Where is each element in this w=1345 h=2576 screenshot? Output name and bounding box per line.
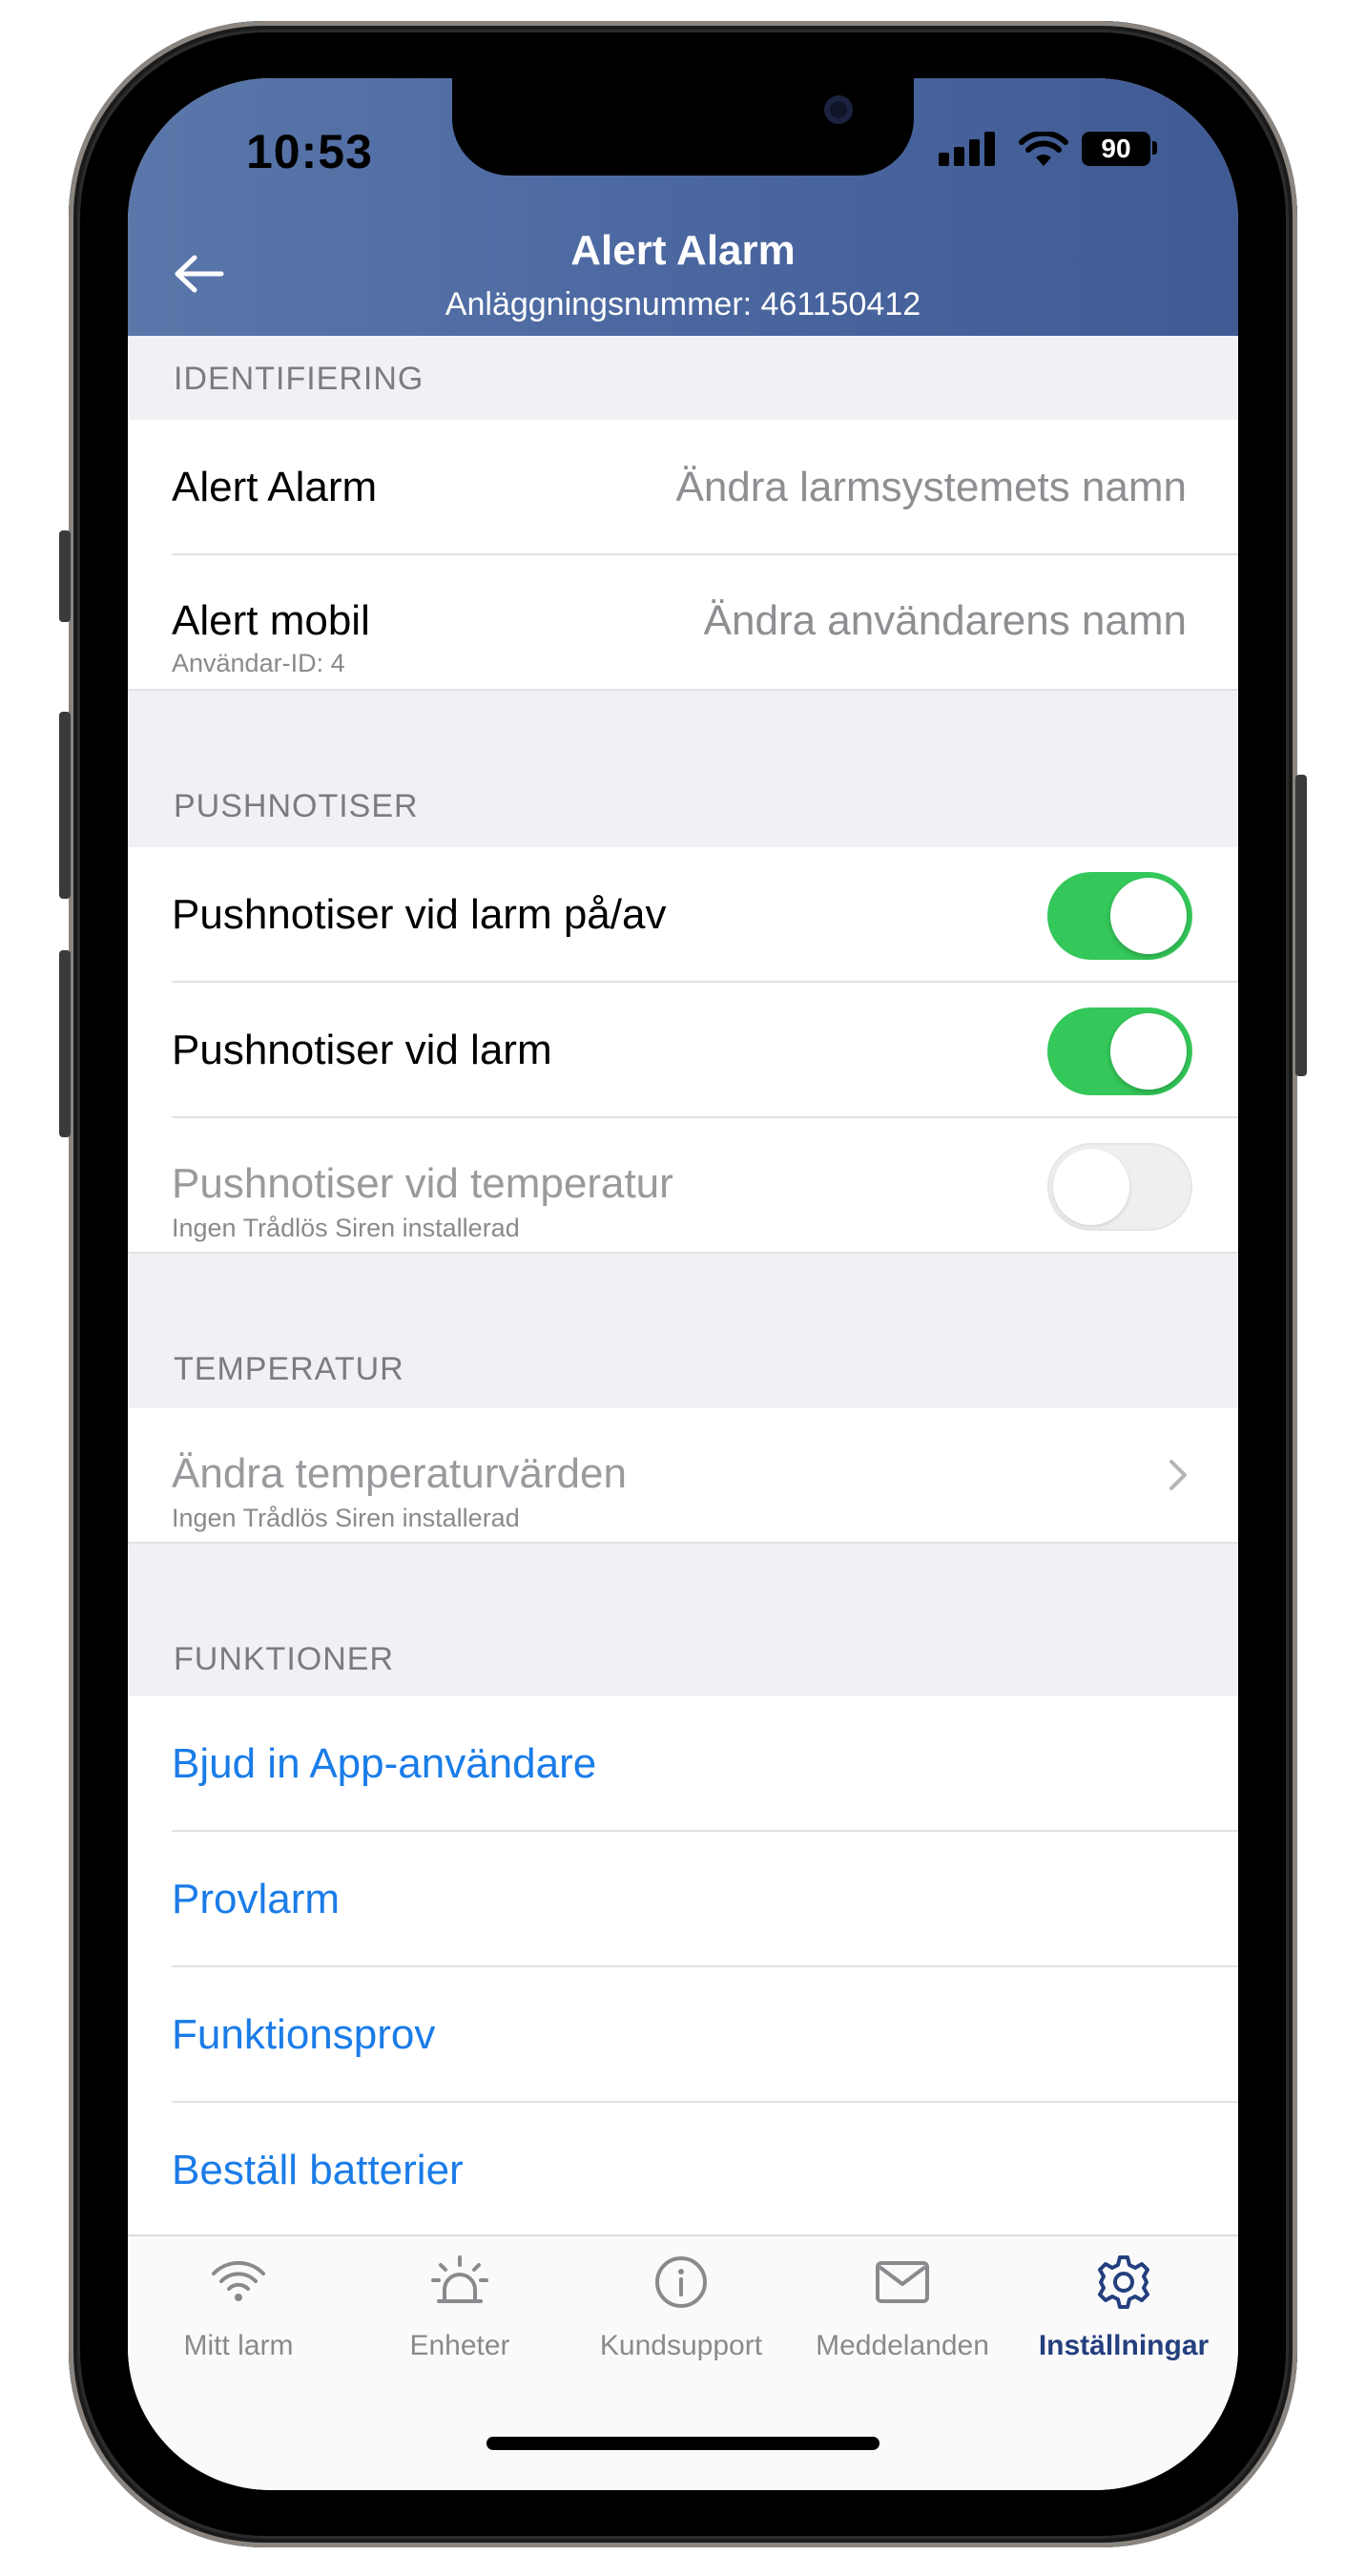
rename-user-action[interactable]: Ändra användarens namn bbox=[704, 597, 1187, 645]
tab-kundsupport[interactable]: Kundsupport bbox=[570, 2236, 792, 2408]
status-time: 10:53 bbox=[246, 125, 373, 178]
page-title: Alert Alarm bbox=[570, 227, 796, 274]
row-label: Funktionsprov bbox=[172, 2011, 436, 2058]
push-temperature-toggle bbox=[1047, 1143, 1192, 1231]
wifi-icon bbox=[212, 2260, 265, 2301]
action-button bbox=[59, 530, 71, 622]
camera-icon bbox=[824, 95, 853, 124]
tab-mitt-larm[interactable]: Mitt larm bbox=[128, 2236, 349, 2408]
row-divider bbox=[128, 689, 1238, 691]
temperature-values-row: Ändra temperaturvärden Ingen Trådlös Sir… bbox=[128, 1408, 1238, 1544]
row-label: Pushnotiser vid temperatur bbox=[172, 1160, 673, 1207]
tab-label: Enheter bbox=[409, 2330, 510, 2361]
test-alarm-link[interactable]: Provlarm bbox=[128, 1832, 1238, 1967]
volume-up-button bbox=[59, 712, 71, 899]
section-header-identifiering: IDENTIFIERING bbox=[174, 361, 424, 397]
tab-label: Inställningar bbox=[1038, 2330, 1210, 2361]
gear-icon bbox=[1098, 2255, 1149, 2309]
row-label: Beställ batterier bbox=[172, 2147, 464, 2193]
push-alarm-toggle[interactable] bbox=[1047, 1008, 1192, 1095]
home-indicator[interactable] bbox=[486, 2437, 879, 2450]
row-label: Ändra temperaturvärden bbox=[172, 1450, 627, 1497]
battery-icon: 90 bbox=[1082, 132, 1150, 166]
row-label: Pushnotiser vid larm bbox=[172, 1027, 552, 1073]
volume-down-button bbox=[59, 950, 71, 1137]
section-header-temperatur: TEMPERATUR bbox=[174, 1351, 404, 1387]
row-label: Pushnotiser vid larm på/av bbox=[172, 891, 667, 938]
row-divider bbox=[128, 1252, 1238, 1254]
status-icons: 90 bbox=[939, 126, 1168, 174]
siren-icon bbox=[431, 2255, 488, 2303]
function-test-link[interactable]: Funktionsprov bbox=[128, 1967, 1238, 2103]
push-row-temperature: Pushnotiser vid temperatur Ingen Trådlös… bbox=[128, 1118, 1238, 1254]
tab-installningar[interactable]: Inställningar bbox=[1013, 2236, 1234, 2408]
battery-cap bbox=[1152, 141, 1157, 155]
page-subtitle: Anläggningsnummer: 461150412 bbox=[445, 286, 921, 322]
dynamic-notch bbox=[452, 78, 914, 176]
chevron-right-icon bbox=[1169, 1460, 1187, 1490]
row-sublabel: Ingen Trådlös Siren installerad bbox=[172, 1504, 520, 1532]
row-label: Provlarm bbox=[172, 1876, 341, 1922]
row-divider bbox=[128, 1542, 1238, 1544]
toggle-knob bbox=[1110, 878, 1187, 954]
rename-system-action[interactable]: Ändra larmsystemets namn bbox=[675, 464, 1187, 511]
envelope-icon bbox=[876, 2261, 929, 2303]
app-header: 10:53 90 Alert Alarm Anläggningsnummer: … bbox=[128, 78, 1238, 336]
tab-enheter[interactable]: Enheter bbox=[349, 2236, 570, 2408]
toggle-knob bbox=[1110, 1013, 1187, 1090]
row-label: Bjud in App-användare bbox=[172, 1740, 597, 1787]
identity-row-system[interactable]: Alert Alarm Ändra larmsystemets namn bbox=[128, 420, 1238, 555]
tab-meddelanden[interactable]: Meddelanden bbox=[792, 2236, 1013, 2408]
row-sublabel: Ingen Trådlös Siren installerad bbox=[172, 1214, 520, 1242]
user-id-text: Användar-ID: 4 bbox=[172, 649, 345, 677]
section-header-funktioner: FUNKTIONER bbox=[174, 1641, 394, 1677]
tab-label: Mitt larm bbox=[183, 2330, 294, 2361]
identity-row-user[interactable]: Alert mobil Användar-ID: 4 Ändra använda… bbox=[128, 555, 1238, 691]
tab-label: Kundsupport bbox=[599, 2330, 763, 2361]
push-row-arm-disarm: Pushnotiser vid larm på/av bbox=[128, 847, 1238, 983]
tab-bar: Mitt larm Enheter Kundsupport Meddelande… bbox=[128, 2234, 1238, 2490]
power-button bbox=[1295, 775, 1307, 1076]
order-batteries-link[interactable]: Beställ batterier bbox=[128, 2103, 1238, 2238]
phone-screen: 10:53 90 Alert Alarm Anläggningsnummer: … bbox=[128, 78, 1238, 2490]
invite-app-user-link[interactable]: Bjud in App-användare bbox=[128, 1696, 1238, 1832]
tab-label: Meddelanden bbox=[816, 2330, 989, 2361]
wifi-status-icon bbox=[1019, 132, 1068, 166]
toggle-knob bbox=[1053, 1149, 1129, 1225]
push-row-alarm: Pushnotiser vid larm bbox=[128, 983, 1238, 1118]
info-icon bbox=[655, 2256, 707, 2308]
push-arm-disarm-toggle[interactable] bbox=[1047, 872, 1192, 960]
row-label: Alert mobil bbox=[172, 597, 370, 644]
section-header-pushnotiser: PUSHNOTISER bbox=[174, 788, 419, 824]
row-label: Alert Alarm bbox=[172, 464, 378, 510]
